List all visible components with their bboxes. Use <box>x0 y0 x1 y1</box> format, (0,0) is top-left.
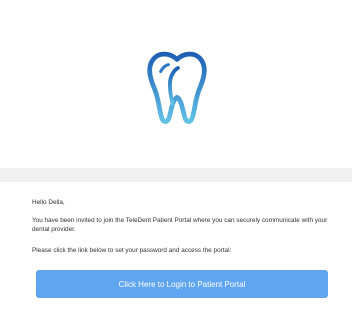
email-header <box>0 0 352 168</box>
instruction-text: Please click the link below to set your … <box>32 247 232 254</box>
email-body: Hello Della, You have been invited to jo… <box>0 182 352 312</box>
tooth-icon <box>147 51 207 124</box>
divider <box>0 168 352 182</box>
greeting-text: Hello Della, <box>32 199 65 206</box>
login-portal-button[interactable]: Click Here to Login to Patient Portal <box>36 270 328 298</box>
invitation-text: You have been invited to join the TeleDe… <box>32 217 328 233</box>
